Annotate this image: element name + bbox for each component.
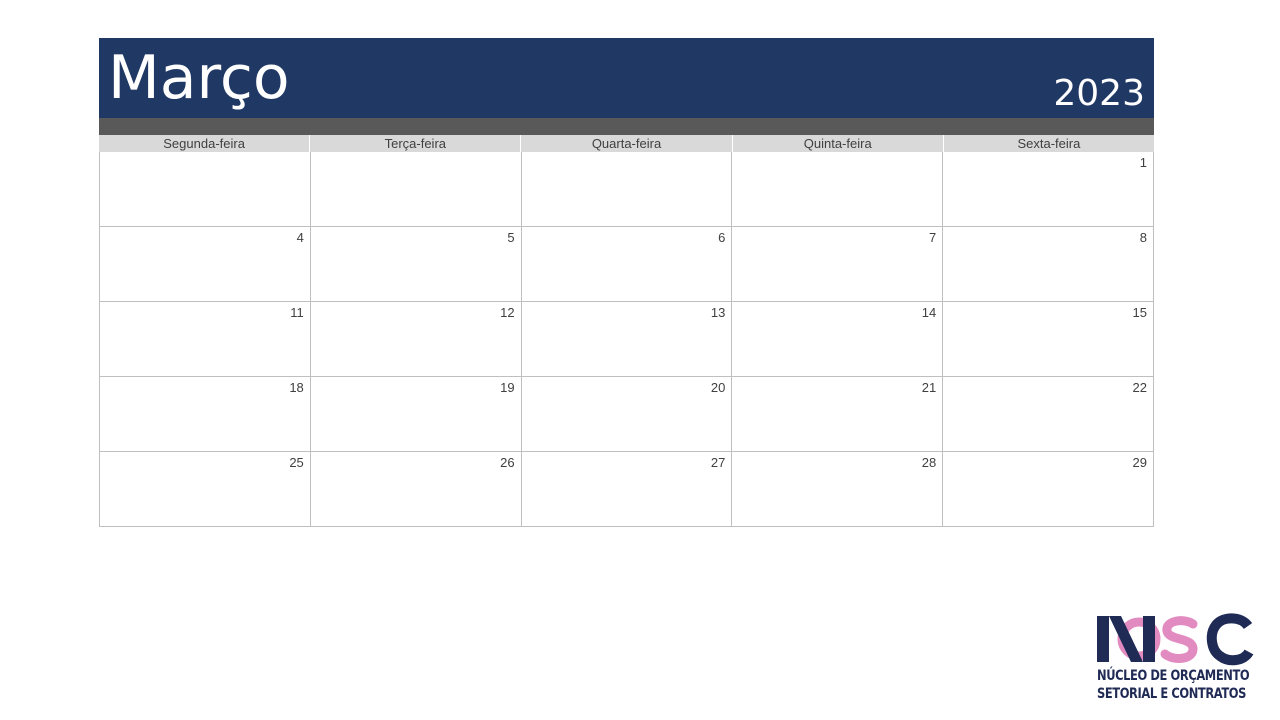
header-divider xyxy=(99,118,1154,135)
day-number: 11 xyxy=(290,305,304,320)
nosc-logo: NÚCLEO DE ORÇAMENTO SETORIAL E CONTRATOS xyxy=(1095,612,1255,712)
day-cell[interactable] xyxy=(522,152,733,226)
day-cell[interactable]: 15 xyxy=(943,302,1154,376)
day-cell[interactable]: 4 xyxy=(100,227,311,301)
day-number: 27 xyxy=(710,455,726,470)
day-cell[interactable]: 18 xyxy=(100,377,311,451)
weekday-header: Quarta-feira xyxy=(521,135,733,152)
day-number: 21 xyxy=(921,380,937,395)
logo-text-line: SETORIAL E CONTRATOS xyxy=(1097,686,1246,702)
day-number: 13 xyxy=(710,305,726,320)
day-cell[interactable]: 27 xyxy=(522,452,733,526)
day-cell[interactable]: 29 xyxy=(943,452,1154,526)
day-cell[interactable]: 14 xyxy=(732,302,944,376)
calendar: Março 2023 Segunda-feira Terça-feira Qua… xyxy=(99,38,1155,527)
day-cell[interactable]: 25 xyxy=(100,452,311,526)
day-number: 6 xyxy=(718,230,726,245)
calendar-grid: 1 4 5 6 7 8 11 12 13 14 15 18 19 20 21 22 25 26 27 28 29 xyxy=(99,152,1154,527)
day-cell[interactable]: 12 xyxy=(311,302,522,376)
day-number: 22 xyxy=(1132,380,1147,395)
logo-text: NÚCLEO DE ORÇAMENTO SETORIAL E CONTRATOS xyxy=(1097,667,1250,703)
week-row: 25 26 27 28 29 xyxy=(100,452,1154,527)
day-cell[interactable]: 1 xyxy=(943,152,1154,226)
day-cell[interactable]: 21 xyxy=(732,377,944,451)
day-number: 7 xyxy=(928,230,937,245)
logo-text-line: NÚCLEO DE ORÇAMENTO xyxy=(1097,668,1250,684)
week-row: 18 19 20 21 22 xyxy=(100,377,1154,452)
week-row: 4 5 6 7 8 xyxy=(100,227,1154,302)
weekday-header: Terça-feira xyxy=(310,135,522,152)
day-cell[interactable]: 28 xyxy=(732,452,944,526)
day-cell[interactable]: 13 xyxy=(522,302,733,376)
day-number: 14 xyxy=(921,305,937,320)
day-number: 20 xyxy=(710,380,726,395)
weekday-row: Segunda-feira Terça-feira Quarta-feira Q… xyxy=(99,135,1155,152)
day-number: 28 xyxy=(921,455,937,470)
year-label: 2023 xyxy=(1053,73,1145,114)
day-number: 1 xyxy=(1139,155,1147,170)
day-number: 18 xyxy=(289,380,304,395)
day-cell[interactable]: 6 xyxy=(522,227,733,301)
day-number: 25 xyxy=(289,455,304,470)
day-cell[interactable]: 20 xyxy=(522,377,733,451)
day-cell[interactable]: 5 xyxy=(311,227,522,301)
day-cell[interactable]: 8 xyxy=(943,227,1154,301)
day-cell[interactable]: 19 xyxy=(311,377,522,451)
weekday-header: Quinta-feira xyxy=(732,135,944,152)
day-number: 5 xyxy=(507,230,515,245)
day-number: 8 xyxy=(1139,230,1147,245)
month-title: Março xyxy=(108,43,290,113)
day-cell[interactable] xyxy=(732,152,944,226)
day-number: 12 xyxy=(500,305,515,320)
nosc-logo-mark xyxy=(1097,613,1254,666)
week-row: 1 xyxy=(100,152,1154,227)
day-number: 26 xyxy=(500,455,515,470)
weekday-header: Sexta-feira xyxy=(943,135,1155,152)
day-number: 4 xyxy=(296,230,304,245)
calendar-header: Março 2023 xyxy=(99,38,1154,118)
day-cell[interactable] xyxy=(311,152,522,226)
weekday-header: Segunda-feira xyxy=(99,135,311,152)
day-cell[interactable]: 7 xyxy=(732,227,944,301)
day-cell[interactable]: 11 xyxy=(100,302,311,376)
day-number: 15 xyxy=(1132,305,1147,320)
week-row: 11 12 13 14 15 xyxy=(100,302,1154,377)
day-number: 29 xyxy=(1132,455,1147,470)
day-cell[interactable]: 22 xyxy=(943,377,1154,451)
day-number: 19 xyxy=(500,380,515,395)
day-cell[interactable] xyxy=(100,152,311,226)
day-cell[interactable]: 26 xyxy=(311,452,522,526)
